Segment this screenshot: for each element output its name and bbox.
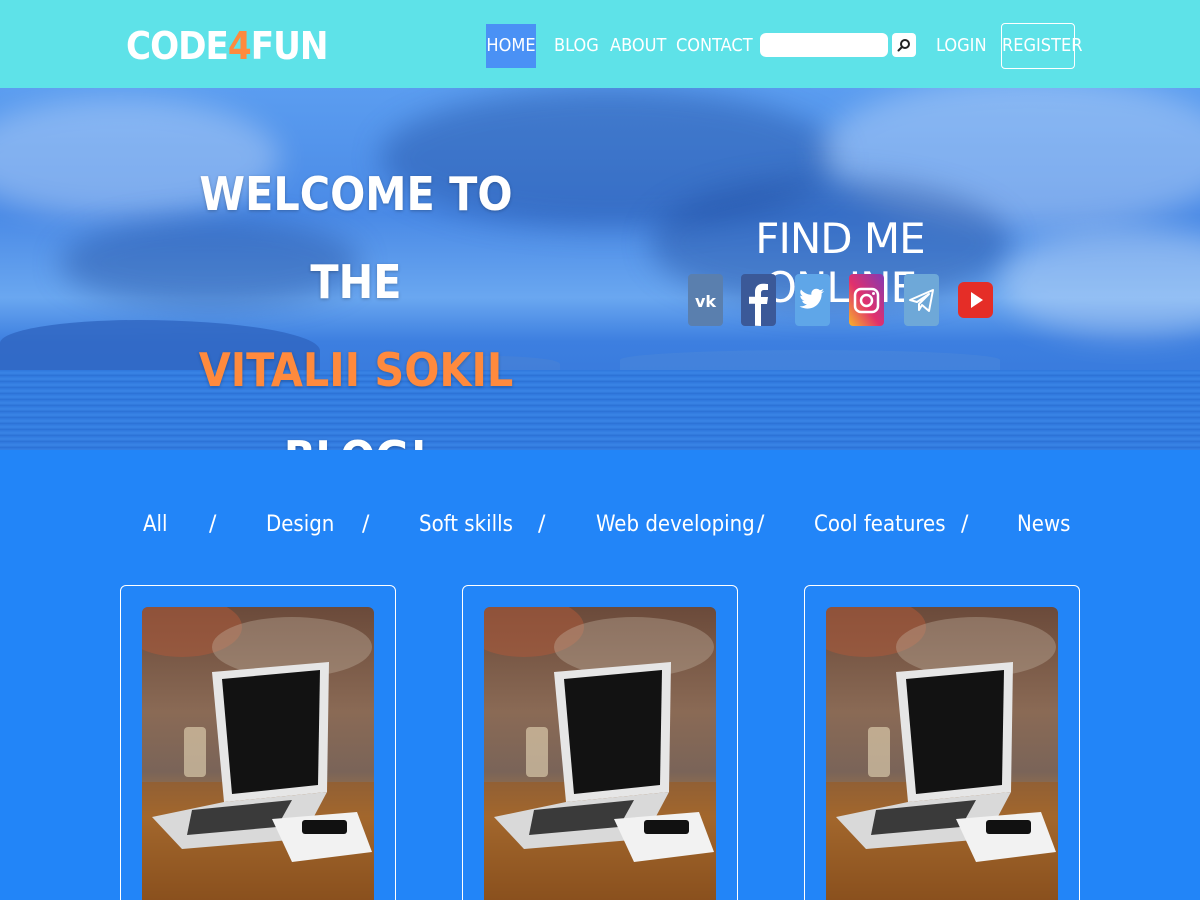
facebook-link[interactable]: [741, 274, 776, 326]
logo-suffix: FUN: [250, 24, 329, 68]
welcome-name: VITALII SOKIL: [198, 343, 514, 397]
logo-prefix: CODE: [126, 24, 229, 68]
facebook-icon: [741, 274, 776, 326]
hero-welcome: WELCOME TO THE VITALII SOKIL BLOG!: [186, 150, 526, 450]
laptop-photo-icon: [142, 607, 374, 900]
search-button[interactable]: [892, 33, 916, 57]
filter-separator: /: [209, 512, 217, 537]
hero-island: [620, 350, 1000, 370]
post-image[interactable]: [826, 607, 1058, 900]
twitter-link[interactable]: [795, 274, 830, 326]
nav-contact-link[interactable]: CONTACT: [676, 24, 753, 68]
vk-icon: vk: [688, 274, 723, 326]
filter-news[interactable]: News: [1017, 510, 1071, 540]
filter-design[interactable]: Design: [266, 510, 334, 540]
hero-sea: [0, 370, 1200, 450]
logo-accent: 4: [227, 24, 252, 68]
filter-all[interactable]: All: [143, 510, 168, 540]
login-link[interactable]: LOGIN: [936, 24, 987, 68]
hero-cloud: [1000, 228, 1200, 338]
main-content: All / Design / Soft skills / Web develop…: [0, 450, 1200, 900]
search-input[interactable]: [760, 33, 888, 57]
filter-separator: /: [757, 512, 765, 537]
filter-web-developing[interactable]: Web developing: [596, 510, 755, 540]
site-header: CODE4FUN HOME BLOG ABOUT CONTACT LOGIN R…: [0, 0, 1200, 88]
welcome-line: WELCOME TO THE: [199, 167, 513, 309]
vk-link[interactable]: vk: [688, 274, 723, 326]
filter-soft-skills[interactable]: Soft skills: [419, 510, 513, 540]
youtube-link[interactable]: [958, 274, 993, 326]
hero-banner: WELCOME TO THE VITALII SOKIL BLOG! FIND …: [0, 88, 1200, 450]
filter-separator: /: [538, 512, 546, 537]
telegram-icon: [904, 274, 939, 326]
post-card[interactable]: [804, 585, 1080, 900]
svg-text:vk: vk: [695, 292, 716, 311]
welcome-line: BLOG!: [186, 414, 526, 450]
social-links: vk: [688, 274, 998, 326]
post-image[interactable]: [142, 607, 374, 900]
filter-separator: /: [362, 512, 370, 537]
nav-about-link[interactable]: ABOUT: [610, 24, 666, 68]
post-image[interactable]: [484, 607, 716, 900]
laptop-photo-icon: [826, 607, 1058, 900]
post-card[interactable]: [462, 585, 738, 900]
register-button[interactable]: REGISTER: [1001, 23, 1082, 69]
instagram-icon: [849, 274, 884, 326]
youtube-icon: [958, 282, 993, 318]
instagram-link[interactable]: [849, 274, 884, 326]
nav-blog-link[interactable]: BLOG: [554, 24, 599, 68]
post-card[interactable]: [120, 585, 396, 900]
filter-cool-features[interactable]: Cool features: [814, 510, 946, 540]
site-logo[interactable]: CODE4FUN: [126, 24, 329, 68]
filter-separator: /: [961, 512, 969, 537]
search-icon: [897, 39, 910, 52]
telegram-link[interactable]: [904, 274, 939, 326]
twitter-icon: [795, 274, 830, 326]
nav-home-link[interactable]: HOME: [486, 24, 536, 68]
laptop-photo-icon: [484, 607, 716, 900]
